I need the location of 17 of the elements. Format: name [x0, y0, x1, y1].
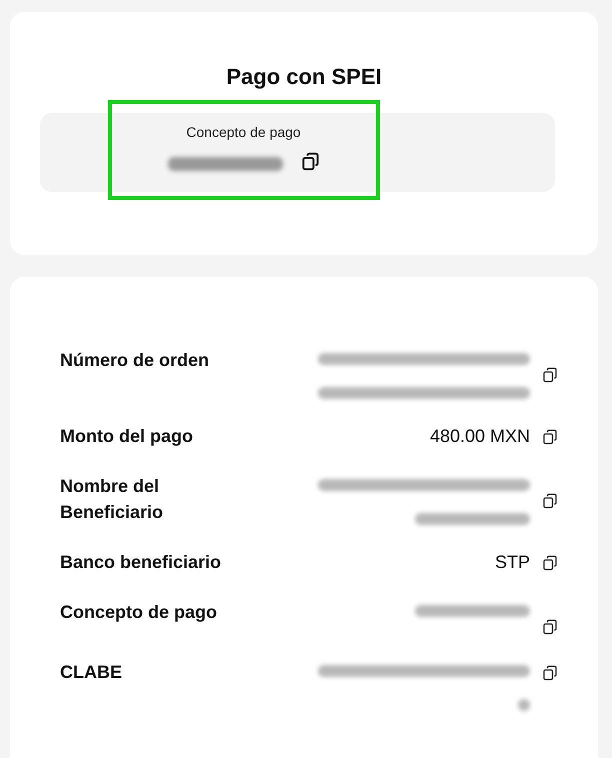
detail-value: STP	[494, 551, 530, 573]
copy-icon[interactable]	[542, 493, 558, 509]
detail-label: Monto del pago	[60, 425, 194, 448]
detail-label: Concepto de pago	[60, 601, 218, 624]
copy-icon[interactable]	[542, 429, 558, 445]
detail-label: Banco beneficiario	[60, 551, 222, 574]
copy-icon[interactable]	[542, 665, 558, 681]
detail-label: Nombre del Beneficiario	[60, 475, 164, 524]
copy-icon[interactable]	[542, 619, 558, 635]
copy-icon[interactable]	[542, 367, 558, 383]
detail-label: Número de orden	[60, 349, 210, 372]
detail-label: CLABE	[60, 661, 123, 684]
concept-label: Concepto de pago	[186, 124, 301, 140]
copy-icon[interactable]	[542, 555, 558, 571]
copy-icon[interactable]	[300, 152, 320, 171]
detail-value: 480.00 MXN	[430, 425, 530, 447]
page-title: Pago con SPEI	[226, 64, 382, 90]
